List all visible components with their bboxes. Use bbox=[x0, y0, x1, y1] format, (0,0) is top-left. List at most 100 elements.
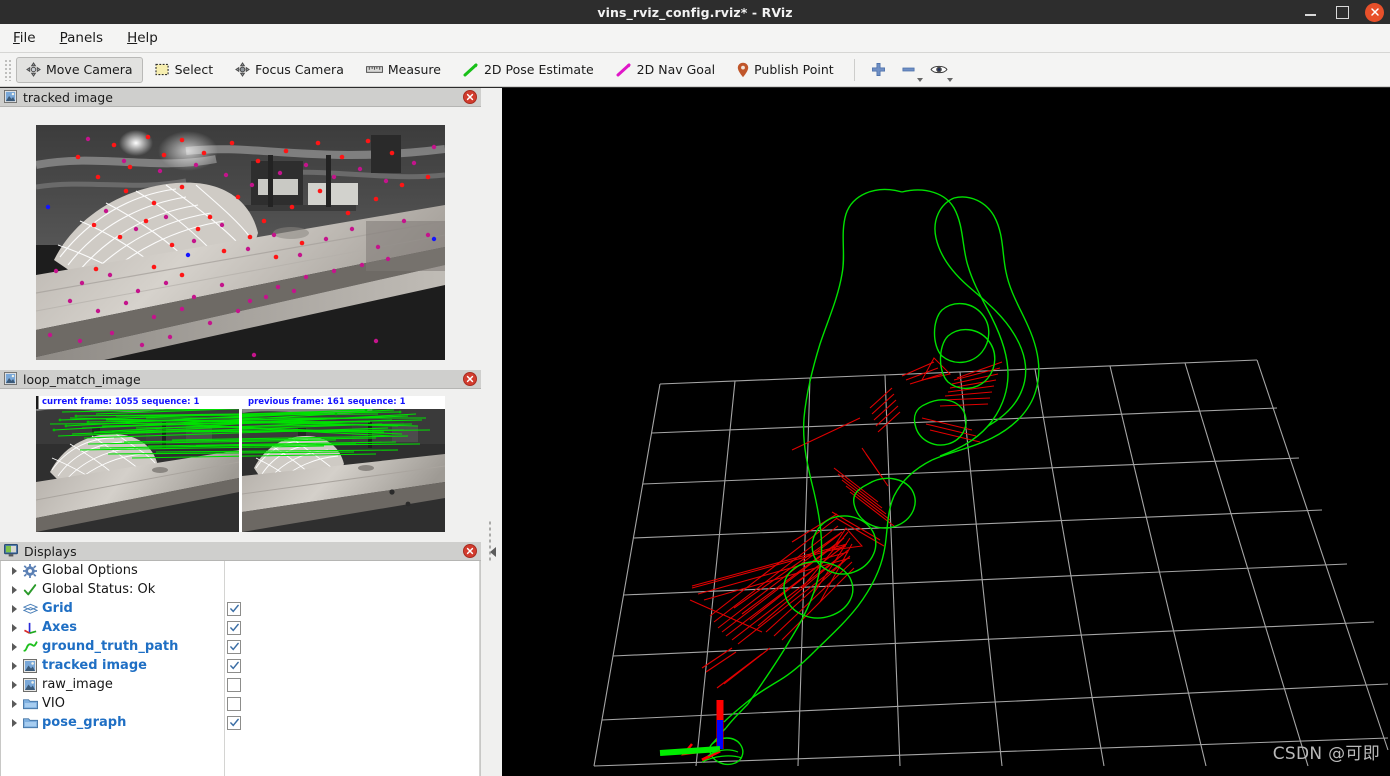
tree-item-tracked-image[interactable]: tracked image bbox=[1, 656, 480, 675]
remove-tool-caret-icon[interactable] bbox=[916, 77, 923, 82]
loop-match-image-body: current frame: 1055 sequence: 1 previous… bbox=[0, 389, 481, 532]
close-icon bbox=[466, 547, 474, 555]
toolbar-separator bbox=[853, 58, 855, 81]
tree-item-ground-truth-path[interactable]: ground_truth_path bbox=[1, 637, 480, 656]
expand-arrow-icon[interactable] bbox=[7, 580, 21, 599]
tree-item-vio[interactable]: VIO bbox=[1, 694, 480, 713]
dock-splitter[interactable] bbox=[481, 88, 502, 776]
tree-label: ground_truth_path bbox=[42, 639, 179, 654]
main-toolbar: Move Camera Select Focus Camera Measure … bbox=[0, 53, 1390, 87]
visibility-button[interactable] bbox=[924, 57, 954, 83]
folder-icon bbox=[21, 694, 39, 713]
displays-header[interactable]: Displays bbox=[0, 542, 481, 561]
grid-icon bbox=[21, 599, 39, 618]
image-display-icon bbox=[4, 88, 17, 107]
tool-move-camera[interactable]: Move Camera bbox=[16, 56, 143, 83]
loop-match-image-header[interactable]: loop_match_image bbox=[0, 370, 481, 389]
expand-arrow-icon[interactable] bbox=[7, 713, 21, 732]
toolbar-grip[interactable] bbox=[4, 58, 12, 81]
tree-label: VIO bbox=[42, 696, 65, 711]
splitter-collapse-arrow-icon[interactable] bbox=[490, 547, 496, 557]
tree-item-grid[interactable]: Grid bbox=[1, 599, 480, 618]
move-camera-icon bbox=[26, 62, 41, 77]
displays-title: Displays bbox=[24, 543, 77, 559]
image-display-icon bbox=[21, 675, 39, 694]
tree-checkbox-grid[interactable] bbox=[227, 601, 241, 616]
loop-match-image-title: loop_match_image bbox=[23, 371, 141, 387]
pose-estimate-icon bbox=[463, 63, 479, 77]
remove-tool-icon bbox=[902, 67, 915, 72]
image-display-icon bbox=[21, 656, 39, 675]
add-tool-icon bbox=[872, 63, 886, 76]
tree-checkbox-ground-truth-path[interactable] bbox=[227, 639, 241, 654]
tree-checkbox-pose-graph[interactable] bbox=[227, 715, 241, 730]
loop-match-image-close-button[interactable] bbox=[463, 372, 477, 386]
tool-publish-point[interactable]: Publish Point bbox=[727, 57, 844, 83]
displays-panel-icon bbox=[4, 542, 18, 561]
tool-publish-point-label: Publish Point bbox=[754, 62, 834, 77]
expand-arrow-icon[interactable] bbox=[7, 599, 21, 618]
check-status-icon bbox=[21, 580, 39, 599]
gear-icon bbox=[21, 561, 39, 580]
3d-render-view[interactable]: CSDN @可即 bbox=[502, 88, 1390, 776]
menu-help-rest: elp bbox=[137, 30, 158, 46]
tracked-image-body bbox=[0, 107, 481, 360]
tool-measure[interactable]: Measure bbox=[356, 57, 451, 83]
expand-arrow-icon[interactable] bbox=[7, 561, 21, 580]
window-title-bar: vins_rviz_config.rviz* - RViz bbox=[0, 0, 1390, 24]
path-icon bbox=[21, 637, 39, 656]
focus-camera-icon bbox=[235, 62, 251, 77]
tree-item-pose-graph[interactable]: pose_graph bbox=[1, 713, 480, 732]
add-tool-button[interactable] bbox=[864, 57, 894, 83]
expand-arrow-icon[interactable] bbox=[7, 656, 21, 675]
tool-focus-camera-label: Focus Camera bbox=[255, 62, 344, 77]
tree-item-axes[interactable]: Axes bbox=[1, 618, 480, 637]
tree-item-raw-image[interactable]: raw_image bbox=[1, 675, 480, 694]
tool-2d-nav-goal[interactable]: 2D Nav Goal bbox=[606, 57, 725, 83]
tracked-image-canvas[interactable] bbox=[36, 125, 445, 360]
tree-checkbox-vio[interactable] bbox=[227, 696, 241, 711]
loop-match-image-canvas[interactable]: current frame: 1055 sequence: 1 previous… bbox=[36, 396, 445, 532]
tool-focus-camera[interactable]: Focus Camera bbox=[225, 57, 354, 83]
tree-label: Global Options bbox=[42, 563, 138, 578]
publish-point-icon bbox=[737, 62, 749, 78]
loop-match-current-frame-label: current frame: 1055 sequence: 1 bbox=[42, 397, 200, 407]
tool-2d-nav-goal-label: 2D Nav Goal bbox=[636, 62, 716, 77]
tree-checkbox-tracked-image[interactable] bbox=[227, 658, 241, 673]
menu-file[interactable]: File bbox=[10, 28, 39, 48]
tree-checkbox-raw-image[interactable] bbox=[227, 677, 241, 692]
tree-label: Global Status: Ok bbox=[42, 582, 156, 597]
tool-2d-pose-estimate[interactable]: 2D Pose Estimate bbox=[453, 57, 604, 83]
visibility-eye-icon bbox=[930, 65, 948, 74]
panel-displays: Displays Global Options Global Status: O… bbox=[0, 542, 481, 776]
expand-arrow-icon[interactable] bbox=[7, 637, 21, 656]
minimize-button[interactable] bbox=[1301, 3, 1319, 21]
tree-item-global-options[interactable]: Global Options bbox=[1, 561, 480, 580]
tree-label: pose_graph bbox=[42, 715, 127, 730]
close-button[interactable] bbox=[1365, 2, 1384, 22]
select-icon bbox=[155, 63, 170, 76]
menu-help[interactable]: Help bbox=[124, 28, 161, 48]
panel-loop-match-image: loop_match_image current frame: 1055 seq… bbox=[0, 370, 481, 532]
tool-select[interactable]: Select bbox=[145, 57, 224, 83]
tracked-image-header[interactable]: tracked image bbox=[0, 88, 481, 107]
tree-label: raw_image bbox=[42, 677, 113, 692]
tool-select-label: Select bbox=[174, 62, 214, 77]
close-icon bbox=[1370, 8, 1379, 16]
remove-tool-button[interactable] bbox=[894, 57, 924, 83]
tree-item-global-status[interactable]: Global Status: Ok bbox=[1, 580, 480, 599]
expand-arrow-icon[interactable] bbox=[7, 618, 21, 637]
expand-arrow-icon[interactable] bbox=[7, 694, 21, 713]
loop-match-previous-frame-label: previous frame: 161 sequence: 1 bbox=[248, 397, 406, 407]
tree-label: Axes bbox=[42, 620, 78, 635]
tree-checkbox-axes[interactable] bbox=[227, 620, 241, 635]
displays-close-button[interactable] bbox=[463, 544, 477, 558]
expand-arrow-icon[interactable] bbox=[7, 675, 21, 694]
panel-tracked-image: tracked image bbox=[0, 88, 481, 360]
close-icon bbox=[466, 93, 474, 101]
menu-panels[interactable]: Panels bbox=[57, 28, 106, 48]
maximize-button[interactable] bbox=[1333, 3, 1351, 21]
tracked-image-close-button[interactable] bbox=[463, 90, 477, 104]
displays-tree[interactable]: Global Options Global Status: Ok Grid Ax… bbox=[0, 561, 481, 776]
visibility-caret-icon[interactable] bbox=[946, 77, 953, 82]
